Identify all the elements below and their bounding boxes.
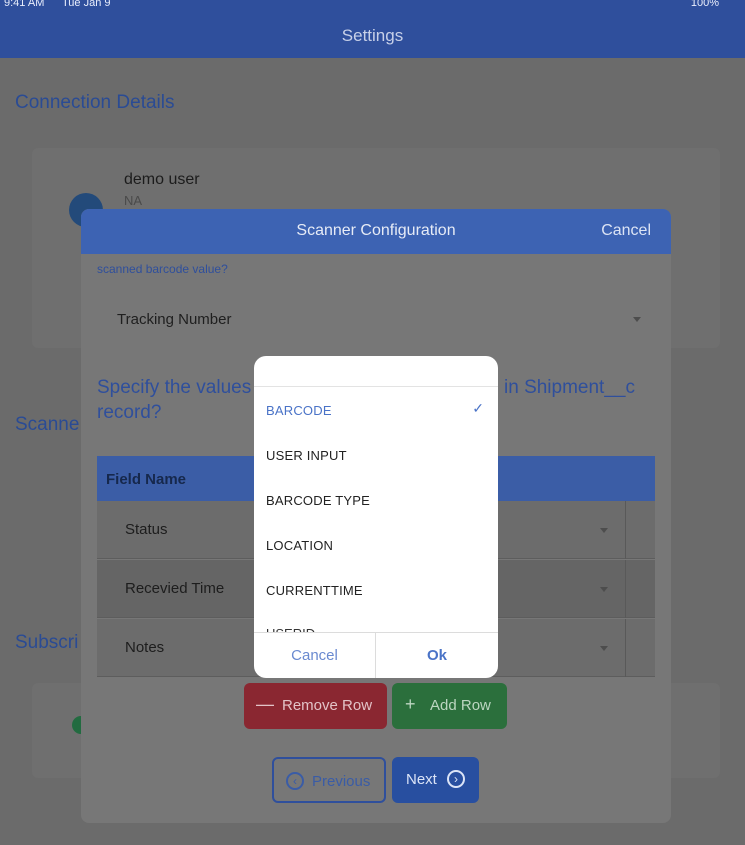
status-bar: 9:41 AM Tue Jan 9 100% (0, 0, 745, 12)
chevron-down-icon (600, 587, 608, 592)
next-button[interactable]: Next › (392, 757, 479, 803)
remove-row-button[interactable]: — Remove Row (244, 683, 387, 729)
question-big-line1b: in Shipment__c (504, 377, 635, 398)
picker-footer: Cancel Ok (254, 632, 498, 678)
row-label: Recevied Time (125, 580, 225, 597)
status-date: Tue Jan 9 (62, 0, 111, 9)
field-name-header: Field Name (106, 471, 187, 488)
question-big-line1a: Specify the values (97, 377, 252, 398)
tracking-field-select[interactable]: Tracking Number (97, 301, 655, 337)
row-label: Status (125, 521, 168, 538)
chevron-down-icon (600, 528, 608, 533)
column-divider (625, 501, 626, 559)
chevron-left-icon: ‹ (286, 772, 304, 790)
add-row-label: Add Row (430, 697, 491, 714)
row-label: Notes (125, 639, 165, 656)
connection-details-title: Connection Details (15, 92, 175, 113)
picker-ok-button[interactable]: Ok (376, 647, 498, 664)
source-picker: BARCODE ✓ USER INPUT BARCODE TYPE LOCATI… (254, 356, 498, 678)
page-title: Settings (341, 26, 404, 45)
picker-option-barcode[interactable]: BARCODE (266, 403, 332, 418)
previous-label: Previous (312, 773, 371, 790)
user-name: demo user (124, 171, 200, 188)
nav-bar: Settings (0, 12, 745, 58)
picker-option-location[interactable]: LOCATION (266, 538, 333, 553)
minus-icon: — (256, 694, 274, 714)
checkmark-icon: ✓ (472, 400, 484, 416)
scanner-title: Scanne (15, 414, 80, 435)
subscription-title: Subscri (15, 632, 79, 653)
question-small-text: scanned barcode value? (97, 262, 228, 276)
column-divider (625, 619, 626, 677)
barcode-field-question: scanned barcode value? (97, 261, 637, 277)
picker-option-currenttime[interactable]: CURRENTTIME (266, 583, 363, 598)
remove-row-label: Remove Row (282, 697, 373, 714)
modal-cancel-button[interactable]: Cancel (601, 222, 651, 240)
chevron-right-icon: › (447, 770, 465, 788)
plus-icon: + (405, 694, 416, 714)
picker-option-barcode-type[interactable]: BARCODE TYPE (266, 493, 370, 508)
modal-title: Scanner Configuration (296, 222, 456, 239)
chevron-down-icon (633, 317, 641, 322)
battery-level: 100% (690, 0, 719, 9)
picker-option-user-input[interactable]: USER INPUT (266, 448, 347, 463)
chevron-down-icon (600, 646, 608, 651)
next-label: Next (406, 771, 437, 788)
question-big-line2: record? (97, 402, 162, 423)
select-value: Tracking Number (117, 311, 232, 328)
values-question: Specify the values in Shipment__c record… (97, 375, 635, 425)
add-row-button[interactable]: + Add Row (392, 683, 507, 729)
picker-divider (254, 386, 498, 387)
column-divider (625, 560, 626, 618)
user-sub: NA (124, 193, 143, 208)
modal-header: Scanner Configuration Cancel (81, 209, 671, 254)
status-time: 9:41 AM (4, 0, 45, 9)
previous-button[interactable]: ‹ Previous (272, 757, 386, 803)
picker-cancel-button[interactable]: Cancel (254, 647, 375, 664)
